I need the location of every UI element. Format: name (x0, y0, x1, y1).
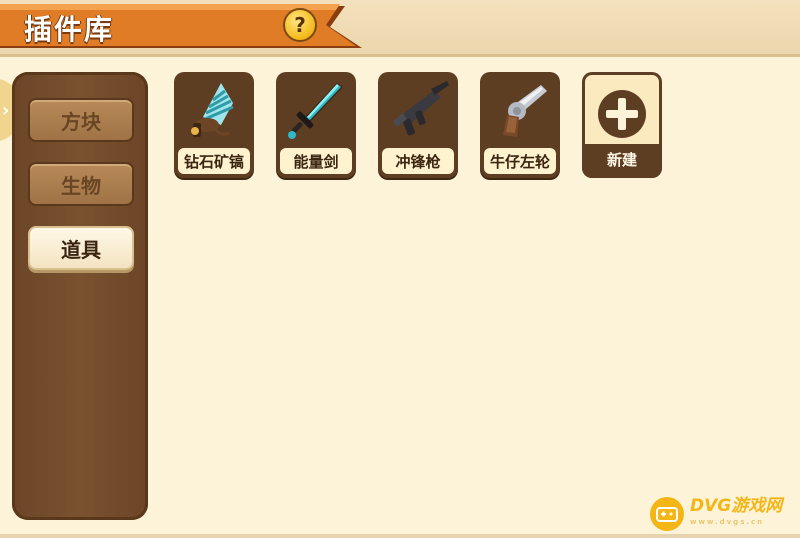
new-button-label: 新建 (606, 150, 637, 169)
category-tab-items[interactable]: 道具 (28, 226, 134, 270)
category-tab-label: 方块 (61, 109, 101, 134)
question-mark-icon: ? (294, 13, 306, 37)
smg-icon (378, 72, 458, 148)
watermark-text: DVG游戏网 www.dvgs.cn (690, 498, 782, 530)
category-tab-blocks[interactable]: 方块 (28, 98, 134, 142)
drill-icon (174, 72, 254, 148)
plugin-card-energy-sword[interactable]: 能量剑 (276, 72, 356, 178)
revolver-icon (480, 72, 560, 148)
plugin-card-label: 冲锋枪 (382, 148, 454, 174)
watermark-brand: DVG游戏网 (690, 496, 783, 516)
plugin-card-label: 钻石矿镐 (178, 148, 250, 174)
plugin-card-revolver[interactable]: 牛仔左轮 (480, 72, 560, 178)
page-title: 插件库 (24, 13, 115, 46)
plugin-card-smg[interactable]: 冲锋枪 (378, 72, 458, 178)
plugin-card-diamond-drill[interactable]: 钻石矿镐 (174, 72, 254, 178)
gamepad-logo-icon (650, 497, 684, 531)
new-plugin-button[interactable]: 新建 (582, 72, 662, 178)
bottom-divider (0, 534, 800, 538)
watermark-domain: www.dvgs.cn (690, 518, 765, 526)
chevron-right-icon: › (2, 100, 10, 121)
plugin-card-label: 能量剑 (280, 148, 352, 174)
category-tab-creatures[interactable]: 生物 (28, 162, 134, 206)
help-button[interactable]: ? (283, 8, 317, 42)
category-tab-label: 生物 (61, 173, 101, 198)
category-tab-label: 道具 (61, 237, 101, 262)
sword-icon (276, 72, 356, 148)
plugin-card-label: 牛仔左轮 (484, 148, 556, 174)
category-sidebar: 方块 生物 道具 (12, 72, 148, 520)
plus-icon (582, 76, 662, 152)
top-bar: 插件库 ? (0, 0, 800, 57)
site-watermark: DVG游戏网 www.dvgs.cn (650, 494, 800, 534)
